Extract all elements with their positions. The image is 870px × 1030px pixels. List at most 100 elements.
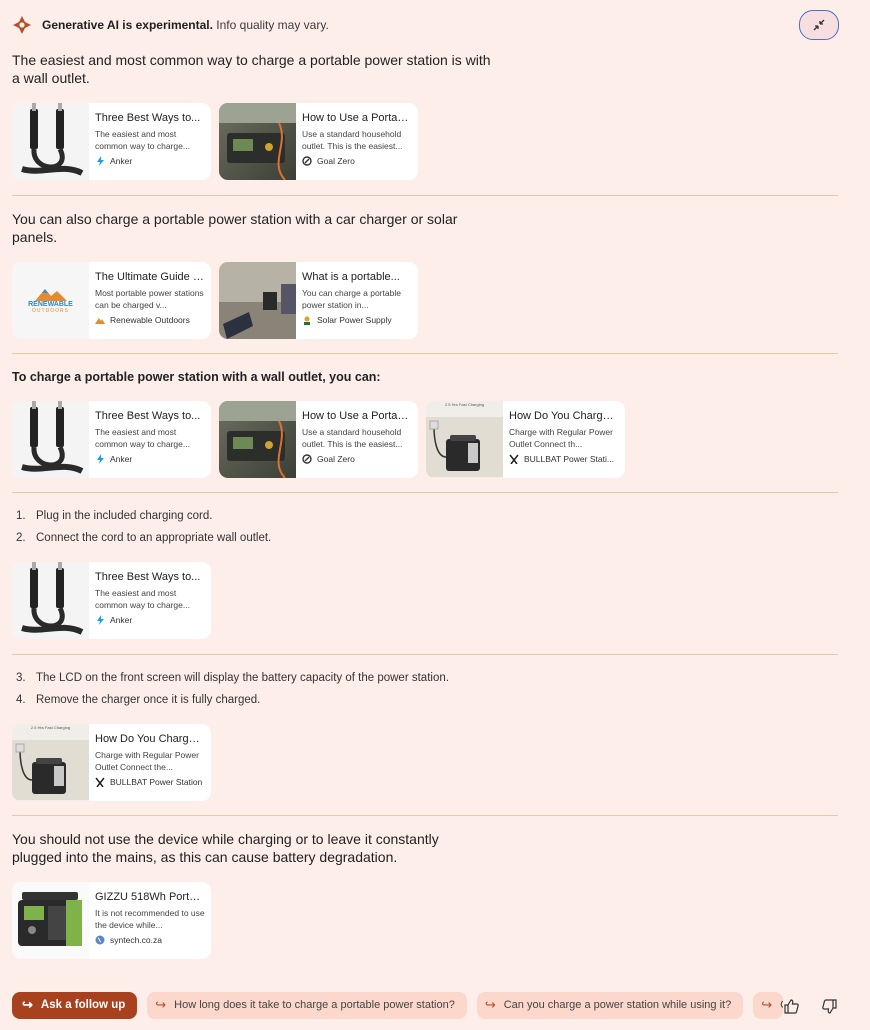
renewable-outdoors-logo: RENEWABLE OUTDOORS [12, 262, 89, 339]
notice-rest: Info quality may vary. [212, 18, 329, 32]
answer-paragraph-2: You can also charge a portable power sta… [12, 211, 458, 245]
cable-thumbnail [12, 103, 89, 180]
source-cards-4: Three Best Ways to... The easiest and mo… [12, 562, 838, 639]
card-description: Charge with Regular Power Outlet Connect… [95, 750, 199, 772]
ai-header: Generative AI is experimental. Info qual… [12, 14, 329, 36]
card-title: Three Best Ways to... [95, 571, 201, 583]
reply-arrow-icon: ↪ [22, 997, 33, 1012]
sparkle-logo-icon [13, 16, 31, 34]
follow-up-bar: ↪ Ask a follow up ↪ How long does it tak… [12, 991, 784, 1019]
power-station-room-thumbnail [219, 401, 296, 478]
card-title: Three Best Ways to... [95, 410, 201, 422]
card-source: Anker [110, 156, 133, 166]
divider [12, 195, 838, 196]
card-source: Solar Power Supply [317, 315, 392, 325]
card-source: Goal Zero [317, 454, 355, 464]
suggestion-chip[interactable]: ↪ Can you charge a power station while u… [476, 991, 744, 1019]
bullbat-thumbnail: 2.5 Hrs Fast Charging [426, 401, 503, 478]
source-cards-5: 2.5 Hrs Fast Charging How Do You Charge … [12, 724, 838, 801]
thumbs-up-button[interactable] [780, 996, 802, 1016]
card-source: syntech.co.za [110, 935, 162, 945]
list-item: 2. Connect the cord to an appropriate wal… [12, 530, 838, 552]
card-description: It is not recommended to use the device … [95, 908, 205, 930]
goal-zero-icon [302, 156, 312, 166]
source-card-anker[interactable]: Three Best Ways to... The easiest and mo… [12, 103, 211, 180]
bullbat-icon [95, 777, 105, 787]
list-item: 1. Plug in the included charging cord. [12, 508, 838, 530]
source-card-goal-zero[interactable]: How to Use a Portabl... Use a standard h… [219, 401, 418, 478]
card-description: The easiest and most common way to charg… [95, 129, 190, 151]
card-title: How Do You Charge ... [509, 410, 619, 422]
reply-arrow-icon: ↪ [484, 997, 496, 1012]
cable-thumbnail [12, 401, 89, 478]
thumbs-up-icon [783, 998, 799, 1014]
thumbs-down-button[interactable] [818, 996, 840, 1016]
card-source: Goal Zero [317, 156, 355, 166]
source-cards-2: RENEWABLE OUTDOORS The Ultimate Guide t.… [12, 262, 838, 339]
answer-paragraph-1: The easiest and most common way to charg… [12, 52, 491, 86]
reply-arrow-icon: ↪ [761, 997, 773, 1012]
source-card-solar-power-supply[interactable]: What is a portable... You can charge a p… [219, 262, 418, 339]
divider [12, 815, 838, 816]
source-card-syntech[interactable]: GIZZU 518Wh Portabl... It is not recomme… [12, 882, 211, 959]
card-description: The easiest and most common way to charg… [95, 588, 190, 610]
divider [12, 654, 838, 655]
bolt-icon [95, 454, 105, 464]
source-card-bullbat[interactable]: 2.5 Hrs Fast Charging How Do You Charge … [12, 724, 211, 801]
notice-bold: Generative AI is experimental. [42, 18, 213, 32]
list-number: 2. [16, 532, 26, 544]
divider [12, 492, 838, 493]
logo-subtext: OUTDOORS [32, 308, 69, 314]
collapse-button[interactable] [799, 10, 839, 40]
card-source: Renewable Outdoors [110, 315, 190, 325]
sun-icon [302, 315, 312, 325]
card-title: GIZZU 518Wh Portabl... [95, 891, 205, 903]
bullbat-icon [509, 454, 519, 464]
experimental-notice: Generative AI is experimental. Info qual… [42, 18, 329, 32]
source-card-bullbat[interactable]: 2.5 Hrs Fast Charging How Do You Charge … [426, 401, 625, 478]
steps-list-2: 3. The LCD on the front screen will displ… [12, 670, 838, 714]
card-source: Anker [110, 454, 133, 464]
bullbat-thumbnail: 2.5 Hrs Fast Charging [12, 724, 89, 801]
card-title: What is a portable... [302, 271, 400, 283]
list-item: 4. Remove the charger once it is fully ch… [12, 692, 838, 714]
globe-icon [95, 935, 105, 945]
gizzu-thumbnail [12, 882, 89, 959]
source-card-anker[interactable]: Three Best Ways to... The easiest and mo… [12, 562, 211, 639]
suggestion-chip[interactable]: ↪ Ca [753, 991, 784, 1019]
list-text: The LCD on the front screen will display… [36, 672, 449, 684]
source-card-renewable-outdoors[interactable]: RENEWABLE OUTDOORS The Ultimate Guide t.… [12, 262, 211, 339]
bolt-icon [95, 156, 105, 166]
divider [12, 353, 838, 354]
list-number: 1. [16, 510, 26, 522]
source-card-anker[interactable]: Three Best Ways to... The easiest and mo… [12, 401, 211, 478]
chip-label: How long does it take to charge a portab… [174, 999, 455, 1011]
mountain-icon [95, 315, 105, 325]
card-title: How to Use a Portabl... [302, 112, 412, 124]
card-description: Most portable power stations can be char… [95, 288, 204, 310]
ask-follow-up-button[interactable]: ↪ Ask a follow up [12, 991, 138, 1019]
list-number: 4. [16, 694, 26, 706]
card-description: The easiest and most common way to charg… [95, 427, 190, 449]
bolt-icon [95, 615, 105, 625]
card-title: How to Use a Portabl... [302, 410, 412, 422]
collapse-icon [813, 19, 825, 31]
card-description: Charge with Regular Power Outlet Connect… [509, 427, 613, 449]
source-cards-1: Three Best Ways to... The easiest and mo… [12, 103, 838, 180]
goal-zero-icon [302, 454, 312, 464]
card-source: Anker [110, 615, 133, 625]
source-cards-6: GIZZU 518Wh Portabl... It is not recomme… [12, 882, 838, 959]
card-description: You can charge a portable power station … [302, 288, 401, 310]
card-title: How Do You Charge ... [95, 733, 205, 745]
solar-room-thumbnail [219, 262, 296, 339]
list-text: Plug in the included charging cord. [36, 510, 213, 522]
power-station-room-thumbnail [219, 103, 296, 180]
card-description: Use a standard household outlet. This is… [302, 427, 403, 449]
source-card-goal-zero[interactable]: How to Use a Portabl... Use a standard h… [219, 103, 418, 180]
answer-paragraph-3: You should not use the device while char… [12, 831, 439, 865]
logo-text: RENEWABLE [28, 301, 73, 308]
chip-label: Can you charge a power station while usi… [503, 999, 732, 1011]
suggestion-chip[interactable]: ↪ How long does it take to charge a port… [147, 991, 467, 1019]
card-source: BULLBAT Power Station [110, 777, 203, 787]
steps-list-1: 1. Plug in the included charging cord. 2.… [12, 508, 838, 552]
